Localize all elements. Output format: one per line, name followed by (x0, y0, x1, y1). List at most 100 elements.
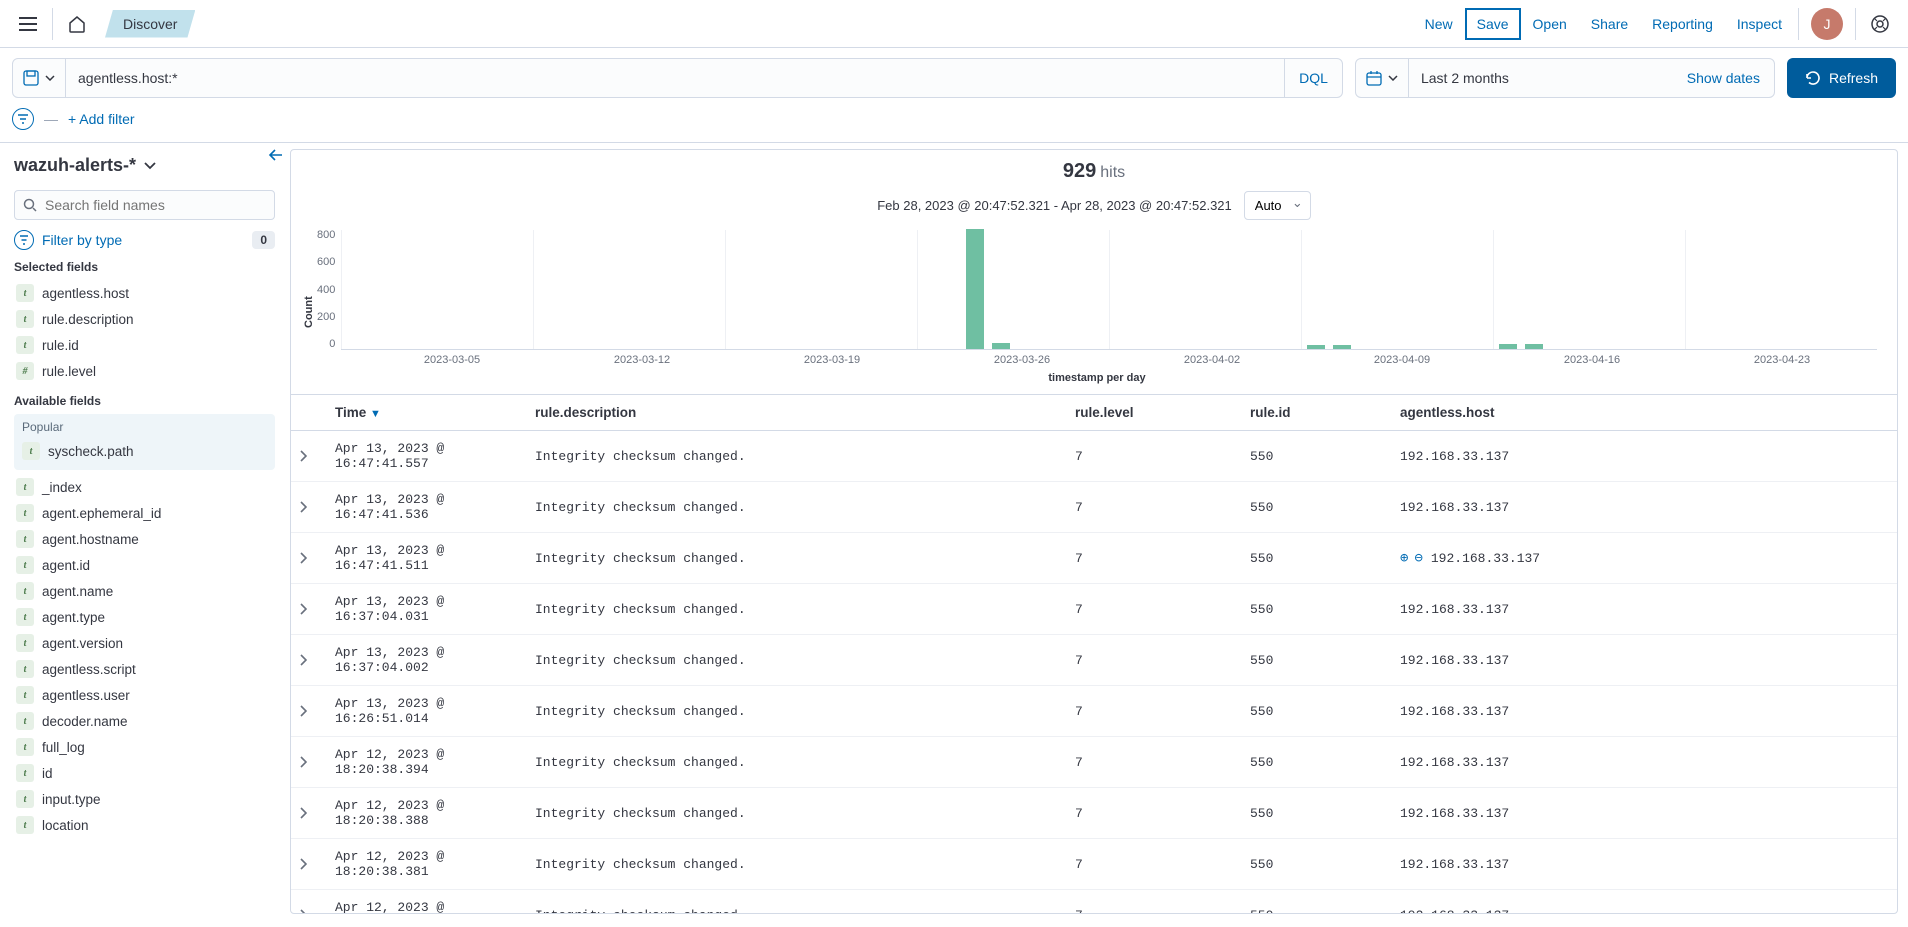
field-search[interactable] (14, 190, 275, 220)
expand-row-button[interactable] (291, 635, 327, 686)
expand-row-button[interactable] (291, 839, 327, 890)
help-button[interactable] (1860, 4, 1900, 44)
breadcrumb[interactable]: Discover (105, 10, 195, 38)
cell-time: Apr 12, 2023 @ 18:05:42.148 (327, 890, 527, 915)
plot-area[interactable] (341, 230, 1877, 350)
field-item[interactable]: tagent.version (14, 630, 275, 656)
histogram-bar[interactable] (966, 229, 984, 349)
filter-out-button[interactable]: ⊖ (1414, 550, 1422, 567)
field-item[interactable]: tagentless.script (14, 656, 275, 682)
home-button[interactable] (57, 4, 97, 44)
field-name: input.type (42, 792, 101, 807)
field-item[interactable]: trule.description (14, 306, 275, 332)
field-item[interactable]: trule.id (14, 332, 275, 358)
histogram-bar[interactable] (1333, 345, 1351, 349)
field-item[interactable]: tagent.hostname (14, 526, 275, 552)
expand-row-button[interactable] (291, 890, 327, 915)
main: wazuh-alerts-* Filter by type 0 Selected… (0, 143, 1908, 920)
field-search-input[interactable] (45, 197, 266, 213)
expand-row-button[interactable] (291, 431, 327, 482)
filter-for-button[interactable]: ⊕ (1400, 550, 1408, 567)
cell-id: 550 (1242, 533, 1392, 584)
add-filter-button[interactable]: + Add filter (68, 111, 135, 127)
text-type-icon: t (16, 738, 34, 756)
cell-desc: Integrity checksum changed. (527, 890, 1067, 915)
column-header-description[interactable]: rule.description (527, 395, 1067, 431)
text-type-icon: t (16, 478, 34, 496)
expand-row-button[interactable] (291, 788, 327, 839)
histogram-chart[interactable]: Count 8006004002000 2023-03-052023-03-12… (291, 230, 1897, 394)
filter-options-button[interactable] (12, 108, 34, 130)
text-type-icon: t (16, 556, 34, 574)
expand-row-button[interactable] (291, 686, 327, 737)
field-name: location (42, 818, 89, 833)
field-name: agent.hostname (42, 532, 139, 547)
field-item[interactable]: tfull_log (14, 734, 275, 760)
filter-by-type-button[interactable]: Filter by type (14, 230, 122, 250)
chevron-right-icon (299, 705, 307, 717)
field-item[interactable]: tid (14, 760, 275, 786)
column-header-host[interactable]: agentless.host (1392, 395, 1897, 431)
show-dates-button[interactable]: Show dates (1673, 70, 1774, 86)
inspect-button[interactable]: Inspect (1725, 8, 1794, 40)
user-avatar[interactable]: J (1811, 8, 1843, 40)
date-range-text[interactable]: Last 2 months (1409, 70, 1673, 86)
interval-select[interactable]: Auto (1244, 191, 1311, 220)
text-type-icon: t (16, 336, 34, 354)
cell-host: 192.168.33.137 (1392, 788, 1897, 839)
open-button[interactable]: Open (1521, 8, 1579, 40)
chevron-down-icon (1388, 75, 1398, 81)
table-row: Apr 13, 2023 @ 16:47:41.536Integrity che… (291, 482, 1897, 533)
search-input[interactable] (66, 70, 1284, 86)
sort-desc-icon: ▼ (370, 408, 381, 420)
share-button[interactable]: Share (1579, 8, 1640, 40)
collapse-icon (267, 149, 283, 161)
histogram-bar[interactable] (1307, 345, 1325, 349)
cell-level: 7 (1067, 890, 1242, 915)
field-item[interactable]: t _index (14, 474, 275, 500)
expand-row-button[interactable] (291, 737, 327, 788)
x-ticks: 2023-03-052023-03-122023-03-192023-03-26… (357, 350, 1877, 366)
field-item[interactable]: tinput.type (14, 786, 275, 812)
field-item[interactable]: tlocation (14, 812, 275, 838)
dql-button[interactable]: DQL (1284, 59, 1342, 97)
date-picker-button[interactable] (1356, 59, 1409, 97)
new-button[interactable]: New (1413, 8, 1465, 40)
save-button[interactable]: Save (1465, 8, 1521, 40)
field-item[interactable]: tdecoder.name (14, 708, 275, 734)
histogram-bar[interactable] (1525, 344, 1543, 349)
histogram-bar[interactable] (992, 343, 1010, 349)
chevron-right-icon (299, 603, 307, 615)
field-item[interactable]: tagent.name (14, 578, 275, 604)
field-name: rule.description (42, 312, 134, 327)
disk-icon (23, 70, 39, 86)
collapse-sidebar-button[interactable] (267, 149, 283, 161)
divider (52, 8, 53, 40)
histogram-bar[interactable] (1499, 344, 1517, 349)
menu-toggle-button[interactable] (8, 4, 48, 44)
saved-query-button[interactable] (13, 59, 66, 97)
column-header-time[interactable]: Time ▼ (327, 395, 527, 431)
expand-row-button[interactable] (291, 584, 327, 635)
field-name: _index (42, 480, 82, 495)
index-pattern-selector[interactable]: wazuh-alerts-* (14, 155, 275, 176)
reporting-button[interactable]: Reporting (1640, 8, 1725, 40)
expand-row-button[interactable] (291, 533, 327, 584)
field-item[interactable]: #rule.level (14, 358, 275, 384)
field-item[interactable]: tagentless.host (14, 280, 275, 306)
available-fields-label: Available fields (14, 394, 275, 408)
column-header-id[interactable]: rule.id (1242, 395, 1392, 431)
field-item[interactable]: tagent.type (14, 604, 275, 630)
field-item[interactable]: tagentless.user (14, 682, 275, 708)
field-item[interactable]: tsyscheck.path (20, 438, 269, 464)
refresh-button[interactable]: Refresh (1787, 58, 1896, 98)
chevron-right-icon (299, 450, 307, 462)
cell-host: 192.168.33.137 (1392, 737, 1897, 788)
field-item[interactable]: tagent.ephemeral_id (14, 500, 275, 526)
expand-row-button[interactable] (291, 482, 327, 533)
field-item[interactable]: tagent.id (14, 552, 275, 578)
column-header-level[interactable]: rule.level (1067, 395, 1242, 431)
table-row: Apr 13, 2023 @ 16:37:04.031Integrity che… (291, 584, 1897, 635)
cell-level: 7 (1067, 482, 1242, 533)
cell-id: 550 (1242, 890, 1392, 915)
